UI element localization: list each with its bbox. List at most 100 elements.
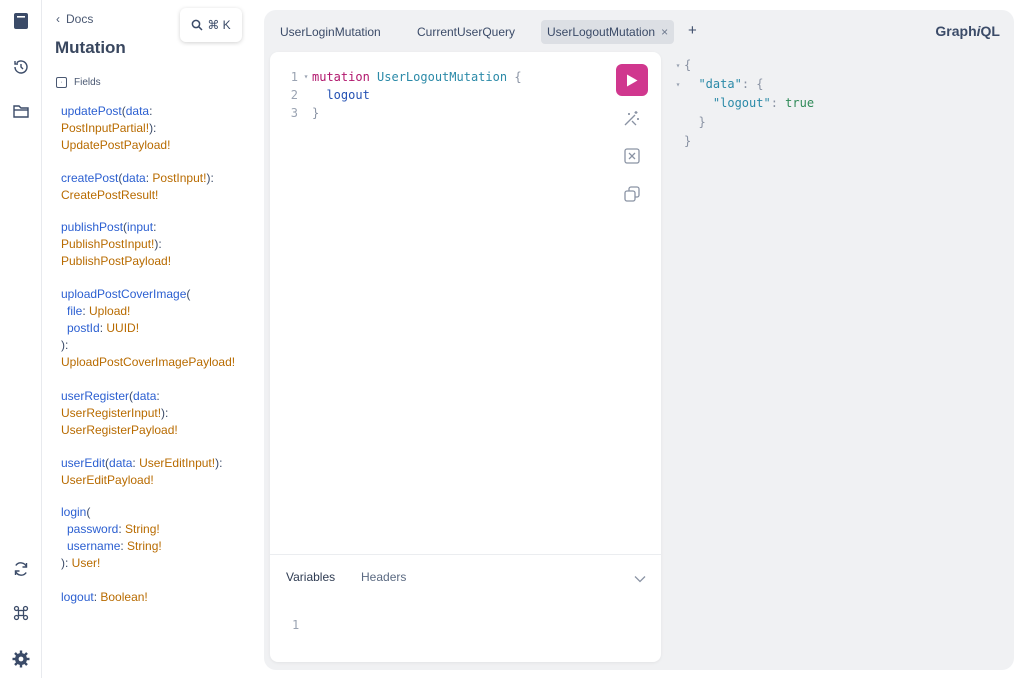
result-key: "logout" — [712, 96, 771, 110]
fields-icon: · — [56, 77, 67, 88]
field-return-type[interactable]: UserEditPayload! — [61, 473, 154, 487]
result-value: true — [785, 96, 815, 110]
field-create-post: createPost(data: PostInput!): CreatePostR… — [61, 171, 214, 202]
field-return-type[interactable]: UserRegisterPayload! — [61, 423, 178, 437]
page-title: Mutation — [55, 38, 126, 57]
field-arg-type[interactable]: UserRegisterInput! — [61, 406, 161, 420]
field-arg-type[interactable]: UUID! — [106, 321, 139, 335]
refresh-icon[interactable] — [8, 556, 34, 582]
search-shortcut: ⌘ K — [207, 18, 231, 32]
field-arg-type[interactable]: PostInput! — [152, 171, 206, 185]
sidebar-rail — [0, 0, 42, 678]
field-arg-type[interactable]: PostInputPartial! — [61, 121, 149, 135]
field-logout: logout: Boolean! — [61, 590, 148, 604]
graphiql-app: ‹ Docs Mutation ⌘ K · Fields updatePost(… — [0, 0, 1024, 678]
line-number: 1 — [290, 70, 298, 84]
fold-arrow-icon[interactable]: ▾ — [672, 56, 684, 75]
prettify-icon — [624, 111, 639, 126]
field-name[interactable]: userEdit — [61, 456, 105, 470]
docs-back-link[interactable]: ‹ Docs — [56, 12, 93, 26]
line-number: 2 — [290, 88, 298, 102]
tab-current-user-query[interactable]: CurrentUserQuery — [411, 20, 521, 44]
run-icon — [627, 74, 638, 86]
copy-icon — [624, 186, 640, 202]
fold-arrow-icon[interactable]: ▾ — [672, 75, 684, 94]
field-arg-type[interactable]: String! — [125, 522, 160, 536]
graphiql-logo: GraphiQL — [935, 23, 1000, 39]
query-editor[interactable]: 1 ▾ mutation UserLogoutMutation { 2 logout… — [270, 52, 661, 662]
fold-arrow-icon[interactable]: ▾ — [300, 68, 312, 86]
query-field: logout — [326, 88, 370, 102]
run-button[interactable] — [616, 64, 648, 96]
tab-label: UserLogoutMutation — [547, 25, 656, 39]
field-return-type[interactable]: User! — [72, 556, 101, 570]
editor-area: UserLoginMutation CurrentUserQuery UserL… — [264, 10, 1014, 670]
result-key: "data" — [698, 77, 742, 91]
field-name[interactable]: publishPost — [61, 220, 123, 234]
field-arg-type[interactable]: String! — [127, 539, 162, 553]
field-arg: data — [125, 104, 150, 118]
tab-headers[interactable]: Headers — [361, 570, 406, 584]
field-arg: input — [127, 220, 154, 234]
field-name[interactable]: createPost — [61, 171, 118, 185]
docs-icon[interactable] — [8, 8, 34, 34]
tab-label: CurrentUserQuery — [417, 25, 516, 39]
field-arg-type[interactable]: PublishPostInput! — [61, 237, 154, 251]
settings-icon[interactable] — [8, 646, 34, 672]
field-upload-post-cover-image: uploadPostCoverImage( file: Upload! post… — [61, 287, 236, 369]
field-name[interactable]: logout — [61, 590, 94, 604]
field-return-type[interactable]: PublishPostPayload! — [61, 254, 171, 268]
tab-variables[interactable]: Variables — [286, 570, 335, 584]
result-viewer: ▾{ ▾ "data": { "logout": true } } — [672, 56, 814, 151]
field-user-register: userRegister(data: UserRegisterInput!): Us… — [61, 389, 178, 437]
field-publish-post: publishPost(input: PublishPostInput!): Pub… — [61, 220, 172, 268]
field-name[interactable]: uploadPostCoverImage — [61, 287, 186, 301]
line-number: 3 — [290, 106, 298, 120]
docs-back-label: Docs — [66, 12, 94, 26]
tab-user-login-mutation[interactable]: UserLoginMutation — [274, 20, 387, 44]
field-arg: postId — [67, 321, 100, 335]
command-icon[interactable] — [8, 600, 34, 626]
field-arg: data — [122, 171, 146, 185]
query-code[interactable]: 1 ▾ mutation UserLogoutMutation { 2 logout… — [270, 68, 522, 122]
fields-label: Fields — [74, 77, 101, 88]
merge-icon — [624, 148, 640, 164]
field-user-edit: userEdit(data: UserEditInput!): UserEditP… — [61, 456, 223, 487]
field-arg: password — [67, 522, 119, 536]
prettify-button[interactable] — [622, 108, 642, 128]
tab-label: UserLoginMutation — [280, 25, 381, 39]
field-arg: data — [109, 456, 133, 470]
field-name[interactable]: login — [61, 505, 86, 519]
line-number: 1 — [292, 618, 300, 632]
variables-editor[interactable]: 1 — [292, 618, 299, 632]
merge-fragments-button[interactable] — [622, 146, 642, 166]
field-arg: file — [67, 304, 83, 318]
field-arg-type[interactable]: UserEditInput! — [139, 456, 215, 470]
field-name[interactable]: updatePost — [61, 104, 122, 118]
field-name[interactable]: userRegister — [61, 389, 129, 403]
history-icon[interactable] — [8, 54, 34, 80]
field-arg-type[interactable]: Upload! — [89, 304, 130, 318]
tab-user-logout-mutation[interactable]: UserLogoutMutation × — [541, 20, 675, 44]
chevron-left-icon: ‹ — [56, 12, 60, 26]
search-icon — [191, 19, 203, 31]
editor-divider — [270, 554, 661, 555]
close-icon[interactable]: × — [661, 25, 668, 39]
copy-button[interactable] — [622, 184, 642, 204]
field-return-type[interactable]: Boolean! — [100, 590, 147, 604]
field-return-type[interactable]: CreatePostResult! — [61, 188, 158, 202]
field-login: login( password: String! username: Strin… — [61, 505, 162, 570]
search-button[interactable]: ⌘ K — [180, 8, 242, 42]
explorer-icon[interactable] — [8, 98, 34, 124]
add-tab-button[interactable]: + — [688, 22, 697, 39]
field-arg: username — [67, 539, 121, 553]
field-arg: data — [133, 389, 157, 403]
field-return-type[interactable]: UploadPostCoverImagePayload! — [61, 355, 235, 369]
chevron-down-icon[interactable] — [634, 570, 646, 588]
field-update-post: updatePost(data: PostInputPartial!): Upda… — [61, 104, 171, 152]
docs-panel: ‹ Docs Mutation ⌘ K · Fields updatePost(… — [42, 0, 252, 678]
operation-name: UserLogoutMutation — [377, 70, 508, 84]
keyword: mutation — [312, 70, 370, 84]
field-return-type[interactable]: UpdatePostPayload! — [61, 138, 170, 152]
fields-header: · Fields — [56, 77, 101, 88]
